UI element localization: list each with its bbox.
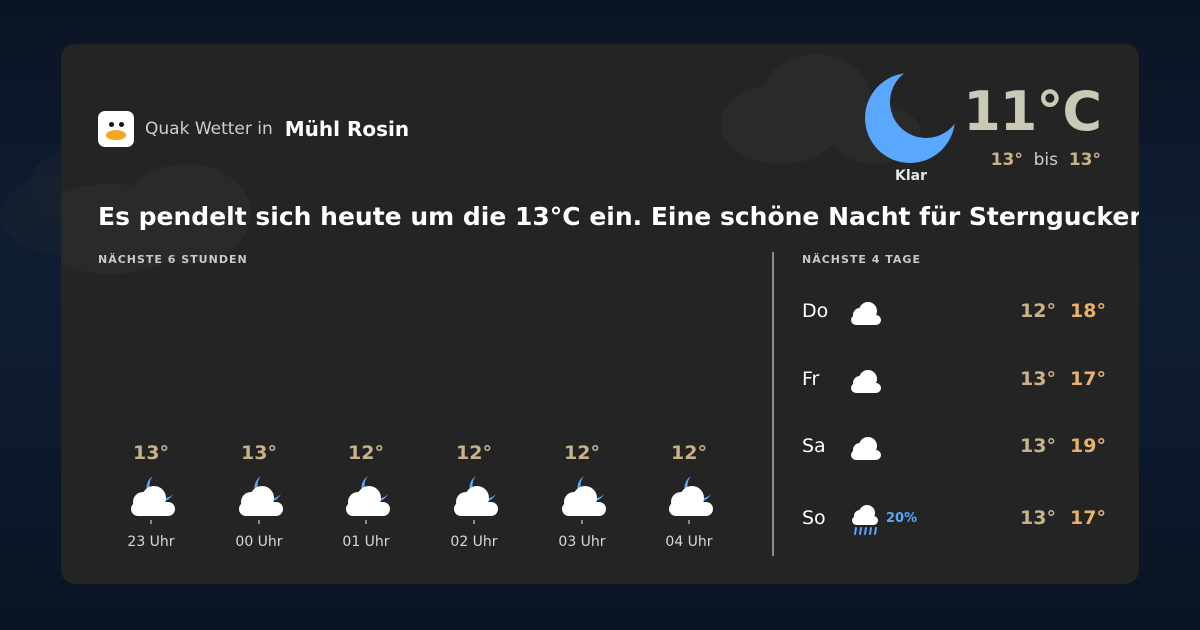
hourly-item: 12° 01 Uhr bbox=[321, 442, 411, 550]
partly-cloudy-night-icon bbox=[552, 472, 612, 520]
hourly-item: 12° 04 Uhr bbox=[644, 442, 734, 550]
day-low: 13° bbox=[1020, 368, 1056, 390]
day-name: So bbox=[802, 507, 826, 529]
range-separator: bis bbox=[1033, 150, 1059, 170]
partly-cloudy-night-icon bbox=[229, 472, 289, 520]
cloud-icon bbox=[847, 432, 883, 464]
precipitation-chance: 20% bbox=[886, 511, 918, 526]
hour-time: 23 Uhr bbox=[127, 534, 175, 550]
daily-row: Sa 13° 19° bbox=[802, 426, 1106, 466]
hour-temperature: 12° bbox=[564, 442, 600, 464]
hourly-section-label: NÄCHSTE 6 STUNDEN bbox=[98, 253, 248, 266]
brand-label: Quak Wetter in bbox=[145, 119, 273, 139]
day-high: 17° bbox=[1070, 368, 1106, 390]
temperature-range: 13° bis 13° bbox=[991, 150, 1101, 170]
timeline-tick bbox=[150, 520, 152, 524]
day-low: 12° bbox=[1020, 300, 1056, 322]
duck-logo-icon bbox=[98, 111, 134, 147]
hourly-item: 12° 02 Uhr bbox=[429, 442, 519, 550]
hourly-item: 12° 03 Uhr bbox=[537, 442, 627, 550]
daily-section-label: NÄCHSTE 4 TAGE bbox=[802, 253, 921, 266]
day-name: Do bbox=[802, 300, 829, 322]
partly-cloudy-night-icon bbox=[444, 472, 504, 520]
range-high: 13° bbox=[1068, 150, 1101, 170]
day-high: 19° bbox=[1070, 435, 1106, 457]
day-high: 18° bbox=[1070, 300, 1106, 322]
cloud-icon bbox=[847, 365, 883, 397]
timeline-tick bbox=[581, 520, 583, 524]
timeline-tick bbox=[365, 520, 367, 524]
daily-row: Fr 13° 17° bbox=[802, 359, 1106, 399]
partly-cloudy-night-icon bbox=[659, 472, 719, 520]
partly-cloudy-night-icon bbox=[121, 472, 181, 520]
current-condition: Klar bbox=[895, 168, 927, 184]
day-name: Sa bbox=[802, 435, 826, 457]
day-high: 17° bbox=[1070, 507, 1106, 529]
hour-temperature: 12° bbox=[671, 442, 707, 464]
timeline-tick bbox=[258, 520, 260, 524]
header: Quak Wetter in Mühl Rosin bbox=[98, 111, 409, 147]
timeline-tick bbox=[688, 520, 690, 524]
daily-row: Do 12° 18° bbox=[802, 291, 1106, 331]
daily-row: So 20% 13° 17° bbox=[802, 498, 1106, 538]
hour-time: 03 Uhr bbox=[558, 534, 606, 550]
hour-temperature: 13° bbox=[241, 442, 277, 464]
day-low: 13° bbox=[1020, 435, 1056, 457]
rain-cloud-icon bbox=[847, 504, 883, 536]
cloud-icon bbox=[847, 297, 883, 329]
section-divider bbox=[772, 252, 774, 556]
hour-temperature: 13° bbox=[133, 442, 169, 464]
current-temperature: 11°C bbox=[963, 80, 1102, 143]
hour-temperature: 12° bbox=[456, 442, 492, 464]
partly-cloudy-night-icon bbox=[336, 472, 396, 520]
hourly-item: 13° 00 Uhr bbox=[214, 442, 304, 550]
range-low: 13° bbox=[990, 150, 1023, 170]
timeline-tick bbox=[473, 520, 475, 524]
day-name: Fr bbox=[802, 368, 820, 390]
hour-temperature: 12° bbox=[348, 442, 384, 464]
weather-card: Quak Wetter in Mühl Rosin Klar 11°C 13° … bbox=[61, 44, 1139, 584]
hour-time: 00 Uhr bbox=[235, 534, 283, 550]
hour-time: 01 Uhr bbox=[342, 534, 390, 550]
forecast-headline: Es pendelt sich heute um die 13°C ein. E… bbox=[98, 202, 1139, 231]
hourly-item: 13° 23 Uhr bbox=[106, 442, 196, 550]
hour-time: 04 Uhr bbox=[665, 534, 713, 550]
day-low: 13° bbox=[1020, 507, 1056, 529]
moon-icon bbox=[864, 72, 956, 164]
town-name: Mühl Rosin bbox=[284, 117, 410, 141]
hour-time: 02 Uhr bbox=[450, 534, 498, 550]
